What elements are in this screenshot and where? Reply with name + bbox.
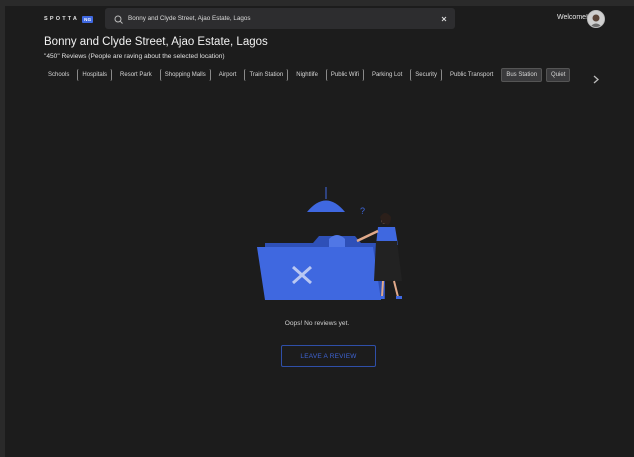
search-icon	[113, 13, 125, 25]
logo-badge: NG	[82, 15, 94, 23]
search-bar	[105, 8, 455, 29]
tag-bus-station[interactable]: Bus Station	[501, 68, 543, 82]
tag-quiet[interactable]: Quiet	[546, 68, 571, 82]
close-icon[interactable]	[437, 12, 451, 26]
tag-nightlife[interactable]: Nightlife	[292, 69, 322, 81]
empty-folder-illustration: ?	[245, 183, 405, 305]
logo-text: SPOTTA	[44, 16, 80, 22]
reviews-summary: "450" Reviews (People are raving about t…	[44, 53, 225, 60]
tag-public-wifi[interactable]: Public Wifi	[325, 69, 364, 81]
tag-parking-lot[interactable]: Parking Lot	[368, 69, 406, 81]
app-logo[interactable]: SPOTTA NG	[44, 15, 94, 23]
tag-airport[interactable]: Airport	[215, 69, 241, 81]
tag-hospitals[interactable]: Hospitals	[77, 69, 113, 81]
user-avatar[interactable]	[587, 10, 605, 28]
chevron-right-icon[interactable]	[592, 71, 600, 84]
empty-state-message: Oops! No reviews yet.	[284, 320, 350, 327]
tag-security[interactable]: Security	[410, 69, 442, 81]
tag-schools[interactable]: Schools	[44, 69, 73, 81]
welcome-text: Welcome!	[557, 14, 588, 21]
svg-text:?: ?	[360, 206, 365, 216]
tag-train-station[interactable]: Train Station	[244, 69, 289, 81]
tag-public-transport[interactable]: Public Transport	[446, 69, 497, 81]
tag-filter-bar: Schools Hospitals Resort Park Shopping M…	[44, 68, 574, 82]
tag-shopping-malls[interactable]: Shopping Malls	[159, 69, 211, 81]
search-input[interactable]	[125, 15, 437, 22]
tag-resort-park[interactable]: Resort Park	[116, 69, 156, 81]
page-title: Bonny and Clyde Street, Ajao Estate, Lag…	[44, 36, 268, 48]
leave-review-button[interactable]: LEAVE A REVIEW	[281, 345, 376, 367]
